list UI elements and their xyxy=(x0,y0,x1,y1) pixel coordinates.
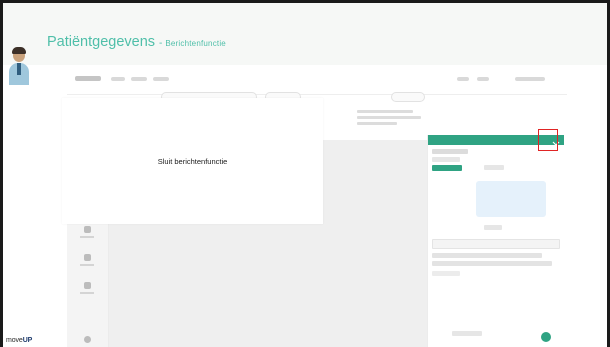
nav-item xyxy=(131,77,147,81)
panel-footer xyxy=(452,331,482,336)
sidebar-item xyxy=(79,336,95,343)
message-meta xyxy=(432,149,468,154)
nav-item xyxy=(477,77,489,81)
info-line xyxy=(357,116,421,119)
sidebar-item xyxy=(79,254,95,266)
highlight-box xyxy=(538,129,558,151)
slide-header: Patiëntgegevens - Berichtenfunctie xyxy=(3,3,607,85)
close-messages-modal[interactable]: Sluit berichtenfunctie xyxy=(62,98,323,224)
brand-suffix: UP xyxy=(22,337,33,344)
format-bar xyxy=(432,253,542,258)
nav-item xyxy=(153,77,169,81)
slide-title: Patiëntgegevens - Berichtenfunctie xyxy=(47,34,226,50)
app-topbar xyxy=(67,69,567,95)
format-bar xyxy=(432,261,552,266)
brand-prefix: move xyxy=(6,337,23,344)
brand-logo: moveUP xyxy=(6,337,32,344)
message-meta xyxy=(484,225,502,230)
sidebar-item xyxy=(79,282,95,294)
modal-text: Sluit berichtenfunctie xyxy=(157,156,228,166)
messages-panel xyxy=(427,135,564,347)
presentation-slide: Patiëntgegevens - Berichtenfunctie Sluit… xyxy=(0,0,610,347)
app-logo xyxy=(75,76,101,81)
slide-title-main: Patiëntgegevens xyxy=(47,34,156,50)
message-bubble xyxy=(476,181,546,217)
input-placeholder xyxy=(432,271,460,276)
sidebar-item xyxy=(79,226,95,238)
filter-field xyxy=(391,92,425,102)
title-separator: - xyxy=(159,38,163,49)
message-toolbar xyxy=(432,239,560,249)
nav-item xyxy=(111,77,125,81)
info-line xyxy=(357,122,397,125)
doctor-avatar-icon xyxy=(7,25,29,85)
slide-subtitle: Berichtenfunctie xyxy=(165,39,226,48)
nav-item xyxy=(515,77,545,81)
message-meta xyxy=(432,157,460,162)
info-line xyxy=(357,110,413,113)
message-tag xyxy=(432,165,462,171)
chat-fab xyxy=(541,332,551,342)
message-meta xyxy=(484,165,504,170)
nav-item xyxy=(457,77,469,81)
